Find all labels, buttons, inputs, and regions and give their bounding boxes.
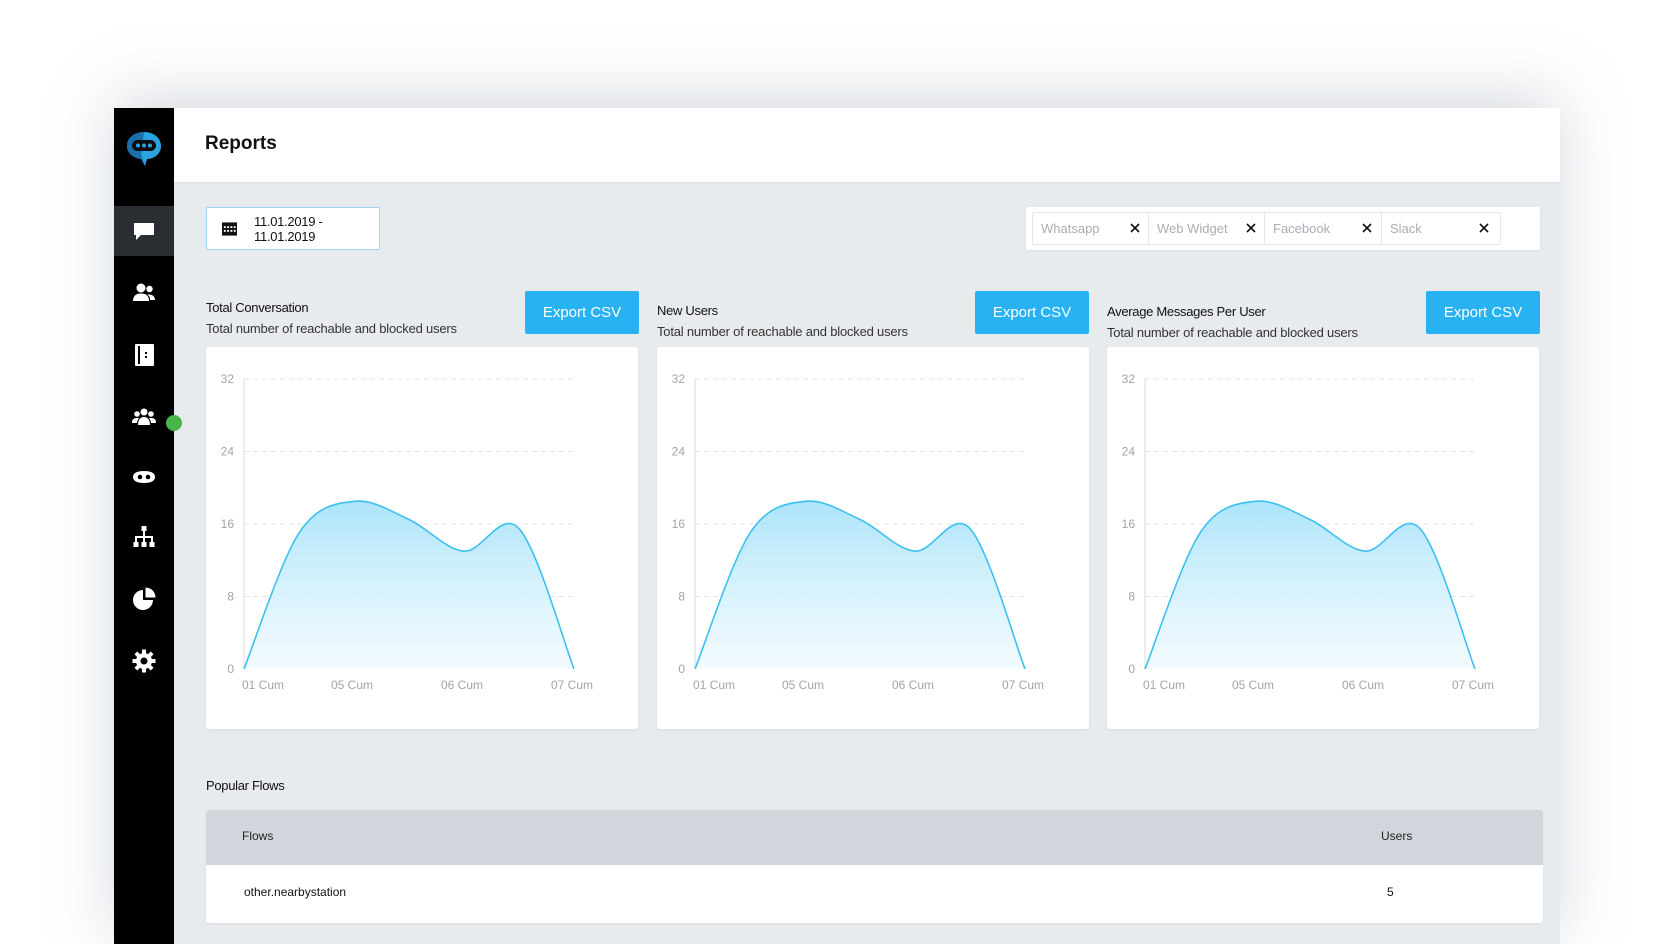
date-range-picker[interactable]: 11.01.2019 - 11.01.2019	[206, 207, 380, 250]
close-icon[interactable]	[1244, 221, 1258, 235]
sidebar-item-team[interactable]	[114, 392, 174, 442]
column-header-flows[interactable]: Flows	[242, 829, 273, 843]
total-conversation-chart: 0 8 16 24 32 01 Cum 05 Cum 06 Cum 07 Cum	[221, 372, 593, 692]
sidebar	[114, 108, 174, 944]
table-header: Flows Users	[206, 810, 1543, 865]
chip-label: Slack	[1390, 221, 1422, 236]
chip-label: Whatsapp	[1041, 221, 1100, 236]
table-row[interactable]: other.nearbystation 5	[206, 865, 1543, 923]
y-tick-label: 0	[678, 662, 685, 676]
x-tick-label: 06 Cum	[441, 678, 483, 692]
x-tick-label: 07 Cum	[551, 678, 593, 692]
x-tick-label: 01 Cum	[242, 678, 284, 692]
y-tick-label: 8	[1128, 590, 1135, 604]
chip-whatsapp[interactable]: Whatsapp	[1032, 212, 1152, 245]
series-area	[1145, 501, 1475, 669]
date-range-label: 11.01.2019 - 11.01.2019	[254, 213, 323, 244]
chip-slack[interactable]: Slack	[1381, 212, 1501, 245]
flow-name-cell: other.nearbystation	[244, 885, 347, 899]
y-tick-label: 8	[678, 590, 685, 604]
online-status-dot	[166, 415, 182, 431]
series-area	[244, 501, 574, 669]
close-icon[interactable]	[1477, 221, 1491, 235]
card-title-new-users: New Users	[657, 303, 718, 318]
y-tick-label: 32	[221, 372, 235, 386]
x-tick-label: 05 Cum	[1232, 678, 1274, 692]
export-csv-button[interactable]: Export CSV	[975, 291, 1089, 334]
card-subtitle: Total number of reachable and blocked us…	[206, 321, 457, 336]
x-tick-label: 07 Cum	[1002, 678, 1044, 692]
sidebar-item-flows[interactable]	[114, 512, 174, 562]
logo-icon	[127, 132, 161, 166]
app-window: Reports 11.01.2019 - 11.01.2019 Whatsapp…	[114, 108, 1560, 944]
chip-label: Facebook	[1273, 221, 1331, 236]
y-tick-label: 24	[672, 445, 686, 459]
popular-flows-table: Flows Users other.nearbystation 5	[206, 810, 1543, 923]
sidebar-item-conversations[interactable]	[114, 206, 174, 256]
x-tick-label: 06 Cum	[892, 678, 934, 692]
flow-users-cell: 5	[1387, 885, 1394, 899]
sidebar-item-users[interactable]	[114, 268, 174, 318]
series-area	[695, 501, 1025, 669]
chip-facebook[interactable]: Facebook	[1264, 212, 1384, 245]
chart-card-total-conversation: 0 8 16 24 32 01 Cum 05 Cum 06 Cum 07 Cum	[206, 347, 638, 729]
x-tick-label: 01 Cum	[693, 678, 735, 692]
calendar-icon	[222, 221, 238, 236]
x-tick-label: 06 Cum	[1342, 678, 1384, 692]
chip-web-widget[interactable]: Web Widget	[1148, 212, 1268, 245]
top-bar: Reports	[174, 108, 1560, 182]
y-tick-label: 16	[1122, 517, 1136, 531]
close-icon[interactable]	[1128, 221, 1142, 235]
avg-messages-chart: 0 8 16 24 32 01 Cum 05 Cum 06 Cum 07 Cum	[1122, 372, 1494, 692]
x-tick-label: 05 Cum	[331, 678, 373, 692]
y-tick-label: 24	[1122, 445, 1136, 459]
bot-icon	[133, 471, 155, 483]
x-tick-label: 07 Cum	[1452, 678, 1494, 692]
page-title: Reports	[205, 133, 277, 154]
y-tick-label: 8	[227, 590, 234, 604]
y-tick-label: 24	[221, 445, 235, 459]
y-tick-label: 0	[1128, 662, 1135, 676]
x-tick-label: 05 Cum	[782, 678, 824, 692]
chart-card-avg-messages: 0 8 16 24 32 01 Cum 05 Cum 06 Cum 07 Cum	[1107, 347, 1539, 729]
chat-icon	[134, 223, 154, 240]
gear-icon	[132, 649, 156, 673]
flow-tree-icon	[133, 526, 155, 547]
users-icon	[133, 283, 155, 301]
team-icon	[132, 408, 156, 425]
card-title-avg-messages: Average Messages Per User	[1107, 304, 1266, 319]
export-csv-button[interactable]: Export CSV	[525, 291, 639, 334]
sidebar-item-reports[interactable]	[114, 574, 174, 624]
sidebar-item-settings[interactable]	[114, 636, 174, 686]
y-tick-label: 0	[227, 662, 234, 676]
chart-card-new-users: 0 8 16 24 32 01 Cum 05 Cum 06 Cum 07 Cum	[657, 347, 1089, 729]
sidebar-item-bots[interactable]	[114, 452, 174, 502]
chip-label: Web Widget	[1157, 221, 1228, 236]
card-subtitle: Total number of reachable and blocked us…	[1107, 325, 1358, 340]
channel-filter-box: Whatsapp Web Widget Facebook Slack	[1026, 207, 1540, 250]
close-icon[interactable]	[1360, 221, 1374, 235]
y-tick-label: 32	[1122, 372, 1136, 386]
export-csv-button[interactable]: Export CSV	[1426, 291, 1540, 334]
y-tick-label: 16	[672, 517, 686, 531]
sidebar-item-contacts[interactable]	[114, 330, 174, 380]
contacts-book-icon	[135, 344, 154, 366]
y-tick-label: 32	[672, 372, 686, 386]
column-header-users[interactable]: Users	[1381, 829, 1412, 843]
card-subtitle: Total number of reachable and blocked us…	[657, 324, 908, 339]
popular-flows-title: Popular Flows	[206, 778, 285, 793]
card-title-total-conversation: Total Conversation	[206, 300, 309, 315]
new-users-chart: 0 8 16 24 32 01 Cum 05 Cum 06 Cum 07 Cum	[672, 372, 1044, 692]
pie-chart-icon	[133, 587, 156, 610]
x-tick-label: 01 Cum	[1143, 678, 1185, 692]
y-tick-label: 16	[221, 517, 235, 531]
